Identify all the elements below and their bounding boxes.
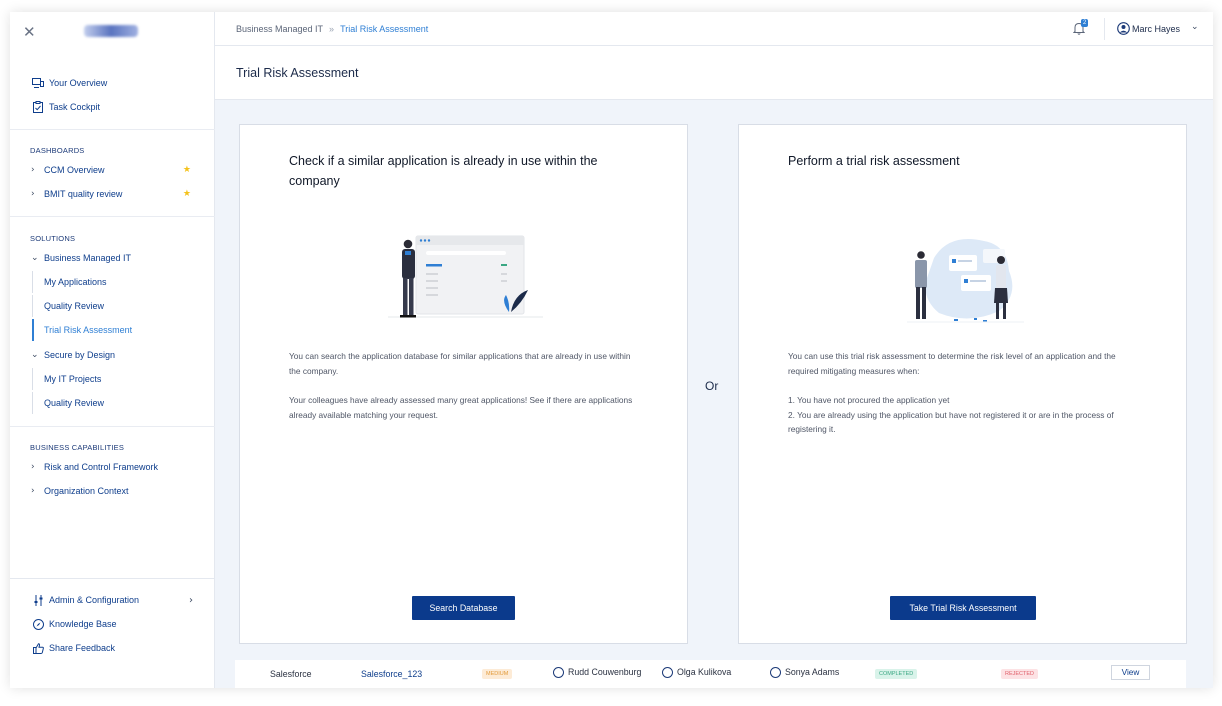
sidebar: ✕ Your Overview Task Cockpit DASHBOARDS … (10, 12, 215, 688)
paragraph: You can search the application database … (289, 351, 631, 376)
search-illustration (388, 235, 543, 318)
breadcrumb-separator: » (329, 24, 335, 34)
table-row[interactable]: Salesforce Salesforce_123 MEDIUM Rudd Co… (235, 660, 1186, 688)
breadcrumb-parent[interactable]: Business Managed IT (236, 24, 323, 34)
clipboard-icon (32, 101, 44, 113)
sidebar-item-label: Admin & Configuration (49, 595, 140, 605)
breadcrumb: Business Managed IT » Trial Risk Assessmen… (236, 24, 428, 34)
search-database-button[interactable]: Search Database (412, 596, 515, 620)
sidebar-item-my-applications[interactable]: My Applications (32, 271, 215, 293)
trial-risk-assessment-card: Perform a trial risk assessment You can … (738, 124, 1187, 644)
sidebar-footer: Admin & Configuration › Knowledge Base S… (10, 578, 215, 688)
page-title: Trial Risk Assessment (236, 66, 359, 80)
chevron-right-icon: › (189, 594, 193, 606)
overview-icon (32, 77, 44, 89)
sidebar-item-share-feedback[interactable]: Share Feedback (10, 637, 215, 659)
sidebar-item-knowledge-base[interactable]: Knowledge Base (10, 613, 215, 635)
sidebar-item-label: Knowledge Base (49, 619, 117, 629)
list-item: 2. You are already using the application… (788, 409, 1114, 435)
sidebar-header: ✕ (10, 12, 214, 52)
chevron-down-icon: ⌄ (31, 253, 39, 263)
or-separator: Or (705, 379, 719, 393)
star-icon[interactable]: ★ (183, 189, 191, 199)
divider (10, 216, 215, 217)
chevron-right-icon: › (31, 486, 35, 496)
app-window: Salesforce Salesforce_123 MEDIUM Rudd Co… (10, 12, 1213, 688)
chevron-right-icon: › (31, 462, 35, 472)
cell-user-2: Olga Kulikova (662, 667, 731, 679)
list-item: 1. You have not procured the application… (788, 395, 950, 405)
sidebar-item-label: Risk and Control Framework (44, 462, 159, 472)
logo (84, 25, 138, 37)
take-trial-risk-assessment-button[interactable]: Take Trial Risk Assessment (890, 596, 1036, 620)
chevron-down-icon: ⌄ (31, 350, 39, 360)
sidebar-item-ccm-overview[interactable]: › CCM Overview ★ (10, 159, 215, 181)
cell-app: Salesforce (270, 669, 312, 679)
user-icon (662, 667, 673, 679)
paragraph: You can use this trial risk assessment t… (788, 351, 1116, 376)
sidebar-item-risk-control-framework[interactable]: › Risk and Control Framework (10, 456, 215, 478)
paragraph: Your colleagues have already assessed ma… (289, 395, 633, 420)
search-database-card: Check if a similar application is alread… (239, 124, 688, 644)
sidebar-item-label: Business Managed IT (44, 253, 132, 263)
user-name[interactable]: Marc Hayes (1132, 24, 1180, 34)
sidebar-item-label: CCM Overview (44, 165, 105, 175)
sidebar-item-admin-configuration[interactable]: Admin & Configuration › (10, 589, 215, 611)
page-header: Trial Risk Assessment (215, 46, 1213, 100)
user-avatar-icon[interactable] (1117, 22, 1130, 40)
assessment-illustration (907, 239, 1024, 323)
sidebar-item-trial-risk-assessment[interactable]: Trial Risk Assessment (32, 319, 215, 341)
user-icon (553, 667, 564, 679)
sidebar-item-label: Your Overview (49, 78, 108, 88)
thumbs-up-icon (32, 642, 44, 654)
top-bar: Business Managed IT » Trial Risk Assessmen… (215, 12, 1213, 46)
sidebar-item-business-managed-it[interactable]: ⌄ Business Managed IT (10, 247, 215, 269)
card-title: Check if a similar application is alread… (289, 154, 598, 188)
cell-user-3: Sonya Adams (770, 667, 839, 679)
sidebar-item-label: Organization Context (44, 486, 129, 496)
divider (10, 129, 215, 130)
sidebar-item-your-overview[interactable]: Your Overview (10, 72, 215, 94)
card-description: You can search the application database … (289, 349, 644, 437)
card-title: Perform a trial risk assessment (788, 154, 960, 168)
sidebar-item-label: BMIT quality review (44, 189, 123, 199)
status-badge: REJECTED (1001, 669, 1039, 679)
sidebar-item-secure-by-design[interactable]: ⌄ Secure by Design (10, 344, 215, 366)
star-icon[interactable]: ★ (183, 165, 191, 175)
chevron-right-icon: › (31, 189, 35, 199)
divider (10, 426, 215, 427)
chevron-right-icon: › (31, 165, 35, 175)
sidebar-item-quality-review[interactable]: Quality Review (32, 392, 215, 414)
notification-badge: 2 (1081, 19, 1089, 27)
section-heading-business-capabilities: BUSINESS CAPABILITIES (30, 443, 125, 452)
sidebar-item-task-cockpit[interactable]: Task Cockpit (10, 96, 215, 118)
cell-user-1: Rudd Couwenburg (553, 667, 641, 679)
divider (1104, 18, 1105, 40)
risk-badge: MEDIUM (482, 669, 513, 679)
card-description: You can use this trial risk assessment t… (788, 349, 1143, 437)
user-icon (770, 667, 781, 679)
section-heading-dashboards: DASHBOARDS (30, 146, 85, 155)
sidebar-item-label: Secure by Design (44, 350, 116, 360)
sidebar-item-quality-review[interactable]: Quality Review (32, 295, 215, 317)
view-button[interactable]: View (1111, 665, 1150, 680)
status-badge: COMPLETED (875, 669, 918, 679)
close-icon[interactable]: ✕ (23, 23, 36, 41)
sidebar-item-organization-context[interactable]: › Organization Context (10, 480, 215, 502)
sidebar-item-bmit-quality-review[interactable]: › BMIT quality review ★ (10, 183, 215, 205)
sidebar-item-label: Task Cockpit (49, 102, 101, 112)
cell-app-id[interactable]: Salesforce_123 (361, 669, 422, 679)
section-heading-solutions: SOLUTIONS (30, 234, 76, 243)
sidebar-item-my-it-projects[interactable]: My IT Projects (32, 368, 215, 390)
chevron-down-icon[interactable]: ⌄ (1191, 22, 1199, 32)
sliders-icon (32, 594, 44, 606)
compass-icon (32, 618, 44, 630)
breadcrumb-current: Trial Risk Assessment (340, 24, 429, 34)
sidebar-item-label: Share Feedback (49, 643, 116, 653)
